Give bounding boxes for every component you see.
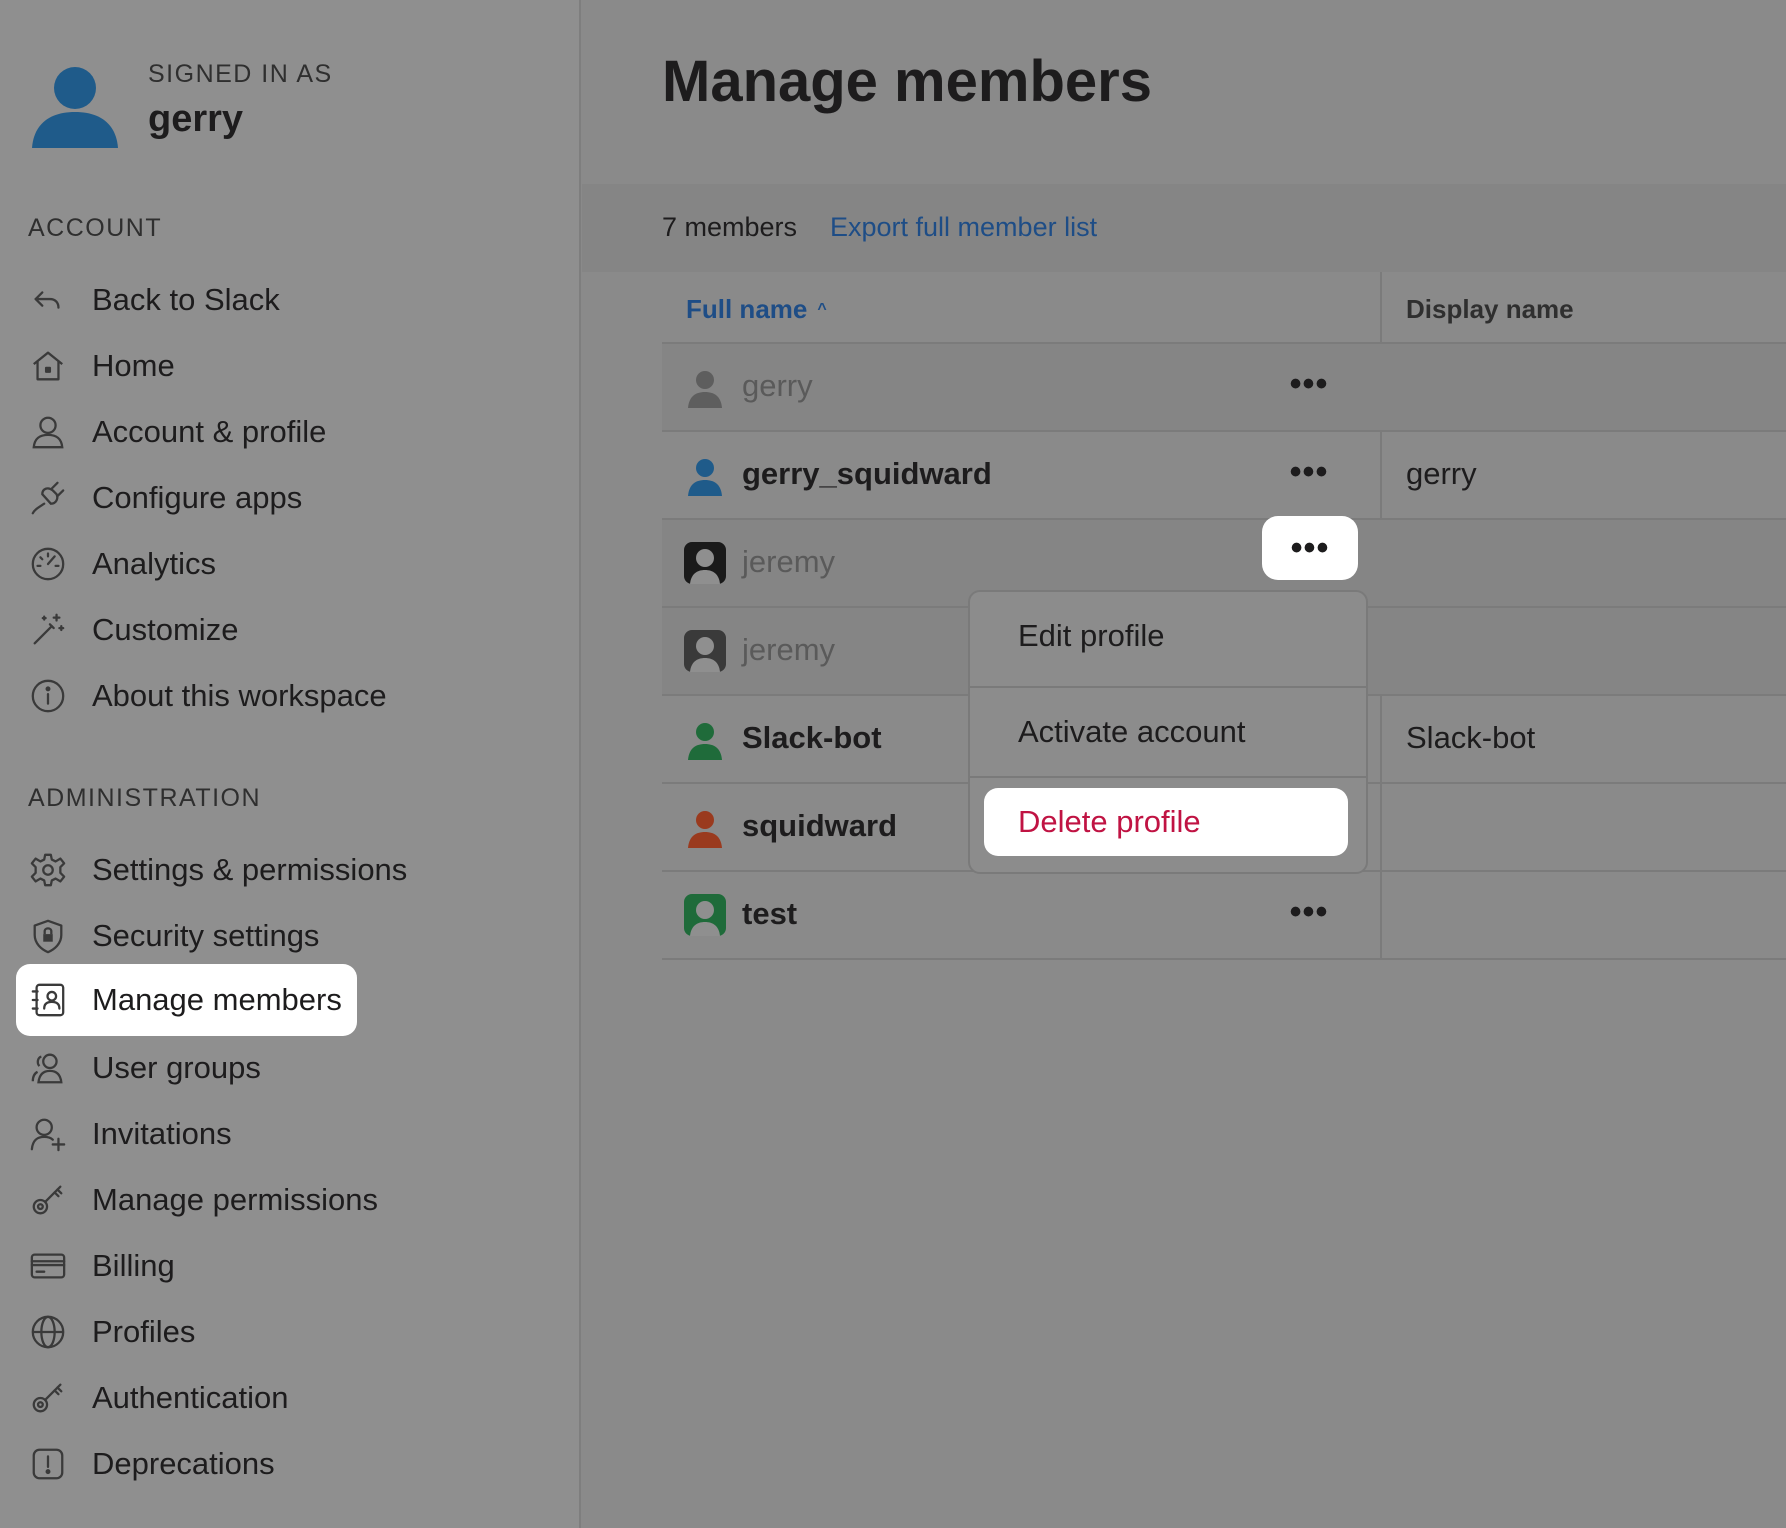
sidebar-item-authentication[interactable]: Authentication <box>16 1362 288 1434</box>
member-full-name: gerry_squidward <box>742 456 992 491</box>
member-full-name: jeremy <box>742 632 836 667</box>
table-header: Full name ^ Display name <box>662 272 1786 344</box>
page-title: Manage members <box>662 49 1152 114</box>
sidebar-item-label: Account & profile <box>92 414 327 449</box>
sidebar-item-customize[interactable]: Customize <box>16 594 238 666</box>
member-full-name: jeremy <box>742 544 836 579</box>
member-avatar-icon <box>688 811 722 848</box>
more-actions-button[interactable]: ••• <box>1286 364 1332 404</box>
sidebar-item-label: Billing <box>92 1248 175 1283</box>
signed-in-label: SIGNED IN AS <box>148 60 333 88</box>
sidebar-item-label: Invitations <box>92 1116 232 1151</box>
back-arrow-icon <box>28 280 68 320</box>
sidebar-item-configure-apps[interactable]: Configure apps <box>16 462 302 534</box>
user-avatar-icon <box>32 67 118 148</box>
export-member-list-link[interactable]: Export full member list <box>830 212 1097 243</box>
info-icon <box>28 676 68 716</box>
contact-card-icon <box>28 980 68 1020</box>
member-display-name: Slack-bot <box>1406 720 1536 755</box>
sidebar-item-label: Profiles <box>92 1314 196 1349</box>
member-full-name: gerry <box>742 368 813 403</box>
full-name-column-header[interactable]: Full name ^ <box>686 294 827 325</box>
table-row[interactable]: gerry ••• <box>662 344 1786 432</box>
gauge-icon <box>28 544 68 584</box>
member-full-name: Slack-bot <box>742 720 882 755</box>
member-actions-menu: Edit profile Activate account Delete pro… <box>968 590 1368 874</box>
members-toolbar: 7 members Export full member list <box>582 184 1786 272</box>
sidebar-item-label: Manage members <box>92 982 342 1017</box>
table-row[interactable]: test ••• <box>662 872 1786 960</box>
member-avatar-icon <box>684 630 726 672</box>
sidebar-item-profiles[interactable]: Profiles <box>16 1296 195 1368</box>
sidebar-item-invitations[interactable]: Invitations <box>16 1098 232 1170</box>
member-display-name: gerry <box>1406 456 1477 491</box>
sidebar-item-label: Manage permissions <box>92 1182 379 1217</box>
sidebar-item-settings-permissions[interactable]: Settings & permissions <box>16 834 407 906</box>
account-section-label: ACCOUNT <box>28 214 163 242</box>
member-avatar-icon <box>684 542 726 584</box>
sidebar-item-security-settings[interactable]: Security settings <box>16 900 319 972</box>
sidebar-item-billing[interactable]: Billing <box>16 1230 175 1302</box>
sort-ascending-icon: ^ <box>817 300 827 318</box>
member-avatar-icon <box>688 723 722 760</box>
activate-account-menu-item[interactable]: Activate account <box>970 688 1366 776</box>
sidebar-item-label: Back to Slack <box>92 282 280 317</box>
sidebar-item-label: Deprecations <box>92 1446 275 1481</box>
sidebar-item-about-workspace[interactable]: About this workspace <box>16 660 387 732</box>
sidebar-item-deprecations[interactable]: Deprecations <box>16 1428 275 1500</box>
sidebar-item-user-groups[interactable]: User groups <box>16 1032 261 1104</box>
full-name-header-label: Full name <box>686 294 808 324</box>
edit-profile-menu-item[interactable]: Edit profile <box>970 592 1366 680</box>
delete-profile-menu-item[interactable]: Delete profile <box>984 788 1348 856</box>
sidebar: SIGNED IN AS gerry ACCOUNT Back to Slack… <box>0 0 581 1528</box>
person-icon <box>28 412 68 452</box>
sidebar-item-manage-members[interactable]: Manage members <box>16 964 357 1036</box>
sidebar-item-label: Authentication <box>92 1380 289 1415</box>
credit-card-icon <box>28 1246 68 1286</box>
member-avatar-icon <box>688 459 722 496</box>
member-full-name: squidward <box>742 808 898 843</box>
sidebar-item-analytics[interactable]: Analytics <box>16 528 216 600</box>
table-row[interactable]: gerry_squidward ••• gerry <box>662 432 1786 520</box>
key-icon <box>28 1378 68 1418</box>
member-count: 7 members <box>662 212 798 242</box>
more-actions-button[interactable]: ••• <box>1286 452 1332 492</box>
add-user-icon <box>28 1114 68 1154</box>
sidebar-item-label: About this workspace <box>92 678 387 713</box>
gear-icon <box>28 850 68 890</box>
sidebar-item-label: Customize <box>92 612 239 647</box>
globe-icon <box>28 1312 68 1352</box>
sidebar-item-account-profile[interactable]: Account & profile <box>16 396 326 468</box>
user-group-icon <box>28 1048 68 1088</box>
member-avatar-icon <box>688 371 722 408</box>
member-avatar-icon <box>684 894 726 936</box>
shield-icon <box>28 916 68 956</box>
more-actions-button[interactable]: ••• <box>1286 892 1332 932</box>
key-icon <box>28 1180 68 1220</box>
home-icon <box>28 346 68 386</box>
sidebar-item-label: Settings & permissions <box>92 852 408 887</box>
sidebar-item-label: Analytics <box>92 546 217 581</box>
sidebar-item-label: Security settings <box>92 918 320 953</box>
alert-icon <box>28 1444 68 1484</box>
plug-icon <box>28 478 68 518</box>
sidebar-item-label: Configure apps <box>92 480 303 515</box>
menu-divider <box>970 776 1366 778</box>
administration-section-label: ADMINISTRATION <box>28 784 262 812</box>
sidebar-item-label: Home <box>92 348 175 383</box>
sidebar-item-manage-permissions[interactable]: Manage permissions <box>16 1164 378 1236</box>
display-name-column-header[interactable]: Display name <box>1406 294 1574 325</box>
sidebar-item-back-to-slack[interactable]: Back to Slack <box>16 264 280 336</box>
magic-wand-icon <box>28 610 68 650</box>
more-actions-button-active[interactable]: ••• <box>1262 516 1358 580</box>
sidebar-item-label: User groups <box>92 1050 261 1085</box>
sidebar-item-home[interactable]: Home <box>16 330 175 402</box>
member-full-name: test <box>742 896 798 931</box>
signed-in-username: gerry <box>148 98 244 140</box>
